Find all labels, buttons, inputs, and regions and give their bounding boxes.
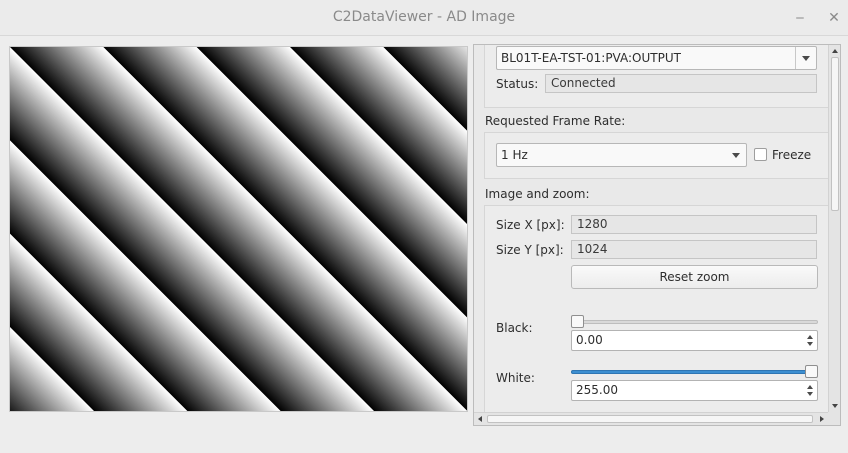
control-panel: BL01T-EA-TST-01:PVA:OUTPUT Status: Conne… xyxy=(473,44,841,426)
scroll-left-icon[interactable] xyxy=(478,416,482,422)
minimize-icon[interactable]: ‒ xyxy=(790,8,810,28)
size-x-label: Size X [px]: xyxy=(496,218,565,232)
scroll-corner xyxy=(828,412,840,425)
ad-image xyxy=(10,47,467,411)
frame-rate-section-label: Requested Frame Rate: xyxy=(485,114,626,128)
size-y-field: 1024 xyxy=(571,240,817,259)
white-slider[interactable] xyxy=(571,365,818,379)
white-spinbox[interactable]: 255.00 xyxy=(571,380,818,401)
slider-handle[interactable] xyxy=(571,315,584,328)
spin-down-icon[interactable] xyxy=(807,392,813,396)
status-field: Connected xyxy=(545,74,817,93)
image-zoom-group: Size X [px]: 1280 Size Y [px]: 1024 Rese… xyxy=(484,205,828,412)
horizontal-scrollbar[interactable] xyxy=(474,412,828,425)
slider-handle[interactable] xyxy=(805,365,818,378)
pv-name-combo[interactable]: BL01T-EA-TST-01:PVA:OUTPUT xyxy=(496,46,817,70)
vertical-scroll-thumb[interactable] xyxy=(831,57,839,211)
status-label: Status: xyxy=(496,77,539,91)
chevron-down-icon xyxy=(802,56,810,61)
scroll-down-icon[interactable] xyxy=(832,404,838,408)
size-x-field: 1280 xyxy=(571,215,817,234)
reset-zoom-button[interactable]: Reset zoom xyxy=(571,265,818,289)
frame-rate-value: 1 Hz xyxy=(501,148,528,162)
frame-rate-combo[interactable]: 1 Hz xyxy=(496,143,747,167)
black-spinbox[interactable]: 0.00 xyxy=(571,330,818,351)
image-view[interactable] xyxy=(9,46,468,412)
slider-fill xyxy=(571,370,812,374)
status-value: Connected xyxy=(551,76,616,90)
scroll-right-icon[interactable] xyxy=(820,416,824,422)
frame-rate-group: 1 Hz Freeze xyxy=(484,132,828,179)
black-label: Black: xyxy=(496,321,533,335)
chevron-down-icon xyxy=(732,153,740,158)
panel-content: BL01T-EA-TST-01:PVA:OUTPUT Status: Conne… xyxy=(474,45,828,412)
combo-separator xyxy=(795,47,796,69)
scroll-up-icon[interactable] xyxy=(832,49,838,53)
black-slider[interactable] xyxy=(571,315,818,329)
horizontal-scroll-thumb[interactable] xyxy=(487,415,813,423)
size-y-value: 1024 xyxy=(577,242,608,256)
white-value: 255.00 xyxy=(576,383,618,397)
size-x-value: 1280 xyxy=(577,217,608,231)
window-title: C2DataViewer - AD Image xyxy=(332,9,516,25)
freeze-checkbox[interactable] xyxy=(754,148,767,161)
size-y-label: Size Y [px]: xyxy=(496,243,564,257)
spin-up-icon[interactable] xyxy=(807,335,813,339)
spin-down-icon[interactable] xyxy=(807,342,813,346)
pv-group: BL01T-EA-TST-01:PVA:OUTPUT Status: Conne… xyxy=(484,45,828,108)
slider-groove xyxy=(571,320,818,324)
vertical-scrollbar[interactable] xyxy=(828,45,840,412)
close-icon[interactable]: ✕ xyxy=(824,8,844,28)
black-value: 0.00 xyxy=(576,333,603,347)
spin-up-icon[interactable] xyxy=(807,385,813,389)
title-bar: C2DataViewer - AD Image ‒ ✕ xyxy=(0,0,848,36)
freeze-label: Freeze xyxy=(772,148,812,162)
image-zoom-section-label: Image and zoom: xyxy=(485,187,590,201)
pv-name-value: BL01T-EA-TST-01:PVA:OUTPUT xyxy=(501,51,681,65)
white-label: White: xyxy=(496,371,535,385)
